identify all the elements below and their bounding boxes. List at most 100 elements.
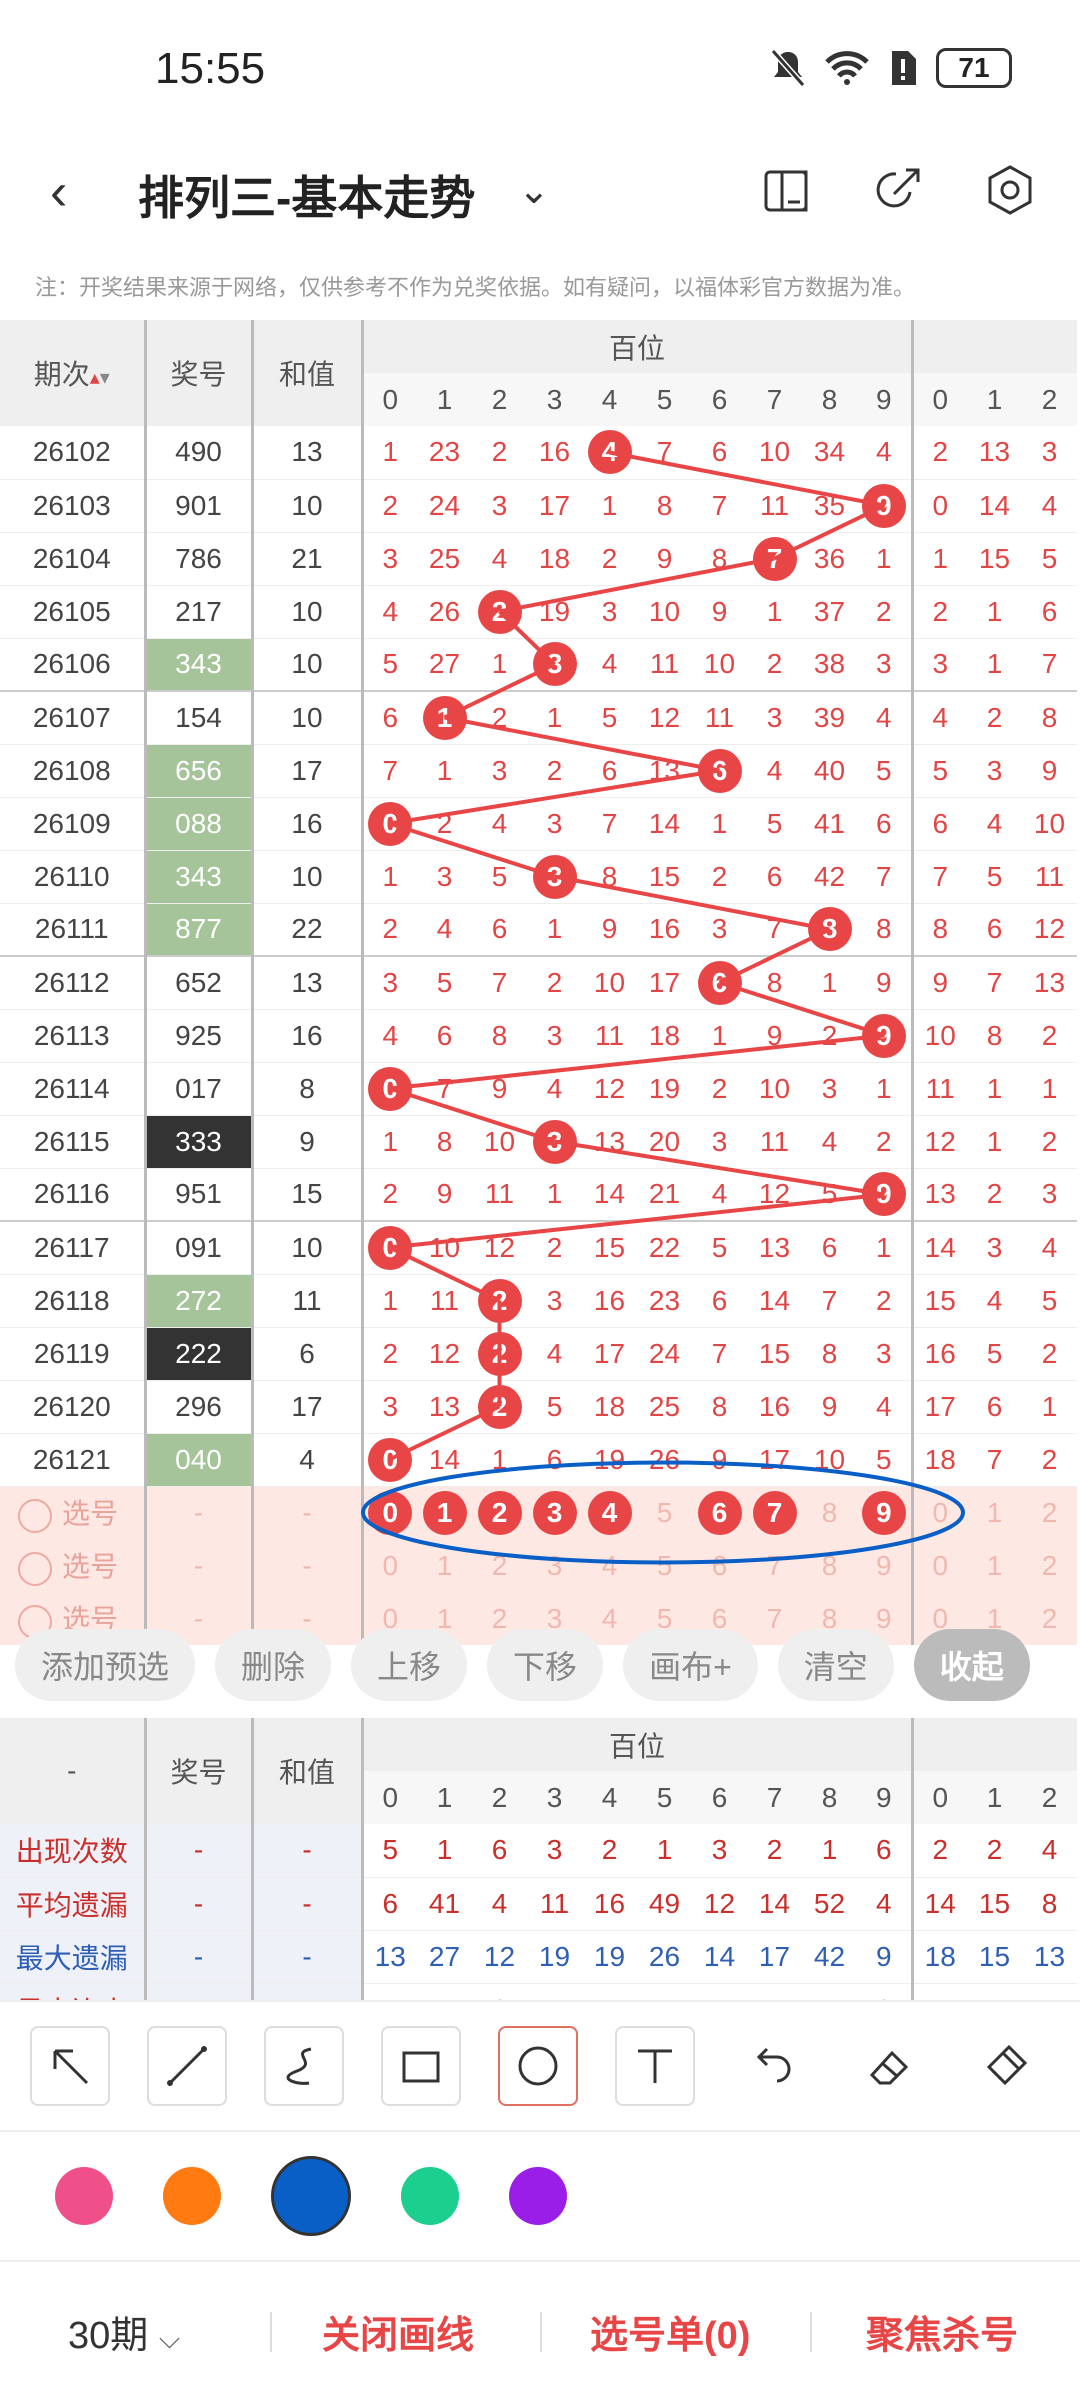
digit-cell: 19 [637, 1062, 692, 1116]
color-orange[interactable] [163, 2167, 221, 2225]
digit-cell: 5 [472, 850, 527, 904]
pick-digit[interactable]: 9 [857, 1539, 914, 1592]
digit-cell: 9 [692, 1433, 747, 1487]
digit-cell: 1 [967, 638, 1022, 692]
move-down-button[interactable]: 下移 [487, 1629, 604, 1701]
eraser-icon[interactable] [849, 2026, 929, 2106]
settings-icon[interactable] [982, 162, 1038, 218]
digit-cell: 2 [857, 585, 914, 639]
digit-cell: 8 [802, 1327, 857, 1381]
pick-digit[interactable]: 0 [912, 1539, 967, 1592]
pick-digit[interactable]: 6 [692, 1486, 747, 1539]
stats-value: 5 [362, 1824, 417, 1878]
color-purple[interactable] [509, 2167, 567, 2225]
arrow-tool-icon[interactable] [30, 2026, 110, 2106]
pick-digit[interactable]: 2 [472, 1539, 527, 1592]
pick-label-text: 选号 [62, 1498, 119, 1530]
digit-cell: 3 [1022, 1168, 1077, 1222]
period-selector[interactable]: 30期 ⌵ [68, 2304, 180, 2359]
back-icon[interactable]: ‹ [50, 162, 67, 222]
pick-digit[interactable]: 8 [802, 1486, 857, 1539]
sum-cell: 16 [252, 797, 364, 851]
color-blue[interactable] [271, 2156, 351, 2236]
digit-cell: 8 [582, 850, 637, 904]
digit-header: 1 [417, 373, 472, 426]
pick-digit[interactable]: 3 [527, 1486, 582, 1539]
collapse-button[interactable]: 收起 [913, 1629, 1030, 1701]
brush-clear-icon[interactable] [966, 2026, 1046, 2106]
page-title[interactable]: 排列三-基本走势 [138, 162, 475, 228]
pick-ball: 7 [752, 1490, 797, 1535]
delete-button[interactable]: 删除 [215, 1629, 332, 1701]
issue-header[interactable]: 期次▴▾ [0, 320, 147, 426]
pick-label[interactable]: 选号 [0, 1486, 147, 1539]
digit-cell: 3 [362, 532, 417, 586]
pick-digit[interactable]: 7 [747, 1539, 802, 1592]
table-row: 26116 951 15 2 9 11 1 14 21 4 12 5 9 13 2 3 [0, 1168, 1077, 1222]
pick-digit[interactable]: 0 [362, 1539, 417, 1592]
rectangle-tool-icon[interactable] [381, 2026, 461, 2106]
hit-ball: 7 [752, 536, 797, 581]
text-tool-icon[interactable] [615, 2026, 695, 2106]
digit-cell: 1 [967, 1062, 1022, 1116]
undo-icon[interactable] [732, 2026, 812, 2106]
stats-value: 4 [1022, 1824, 1077, 1878]
pick-number: - [145, 1539, 254, 1592]
pick-digit[interactable]: 1 [967, 1486, 1022, 1539]
digit-cell: 17 [912, 1380, 967, 1434]
close-draw-button[interactable]: 关闭画线 [322, 2304, 474, 2359]
pick-digit[interactable]: 2 [472, 1486, 527, 1539]
digit-header: 3 [527, 1771, 582, 1824]
canvas-plus-button[interactable]: 画布+ [623, 1629, 758, 1701]
digit-cell: 40 [802, 744, 857, 798]
pick-list-button[interactable]: 选号单(0) [590, 2304, 750, 2359]
screen-rotate-icon[interactable] [760, 162, 816, 218]
pick-digit[interactable]: 5 [637, 1539, 692, 1592]
pick-digit[interactable]: 9 [857, 1486, 914, 1539]
chevron-down-icon[interactable]: ⌄ [518, 168, 550, 213]
add-preselect-button[interactable]: 添加预选 [15, 1629, 196, 1701]
sum-cell: 10 [252, 479, 364, 533]
move-up-button[interactable]: 上移 [351, 1629, 468, 1701]
pick-digit[interactable]: 0 [362, 1486, 417, 1539]
pick-digit[interactable]: 3 [527, 1539, 582, 1592]
focus-kill-button[interactable]: 聚焦杀号 [866, 2304, 1018, 2359]
digit-header: 8 [802, 373, 857, 426]
stats-value: 1 [747, 1983, 802, 2000]
pick-label[interactable]: 选号 [0, 1539, 147, 1592]
number-cell: 272 [145, 1274, 254, 1328]
digit-cell: 1 [692, 797, 747, 851]
pick-digit[interactable]: 2 [1022, 1539, 1077, 1592]
circle-tool-icon[interactable] [498, 2026, 578, 2106]
sum-cell: 21 [252, 532, 364, 586]
pick-digit[interactable]: 1 [417, 1486, 472, 1539]
clear-button[interactable]: 清空 [777, 1629, 894, 1701]
digit-cell: 2 [857, 1115, 914, 1169]
hit-ball: 3 [532, 642, 577, 687]
digit-cell: 19 [527, 585, 582, 639]
issue-cell: 26104 [0, 532, 147, 586]
pick-digit[interactable]: 2 [1022, 1486, 1077, 1539]
issue-cell: 26111 [0, 903, 147, 957]
stats-label: 最大连出 [0, 1983, 147, 2000]
pick-digit[interactable]: 0 [912, 1486, 967, 1539]
pick-digit[interactable]: 1 [967, 1539, 1022, 1592]
pick-sum: - [252, 1486, 364, 1539]
color-pink[interactable] [55, 2167, 113, 2225]
pick-digit[interactable]: 4 [582, 1539, 637, 1592]
line-tool-icon[interactable] [147, 2026, 227, 2106]
curve-tool-icon[interactable] [264, 2026, 344, 2106]
share-icon[interactable] [870, 162, 926, 218]
digit-cell: 10 [472, 1115, 527, 1169]
pick-digit[interactable]: 6 [692, 1539, 747, 1592]
pick-digit[interactable]: 4 [582, 1486, 637, 1539]
sum-cell: 6 [252, 1327, 364, 1381]
pick-digit[interactable]: 1 [417, 1539, 472, 1592]
pick-digit[interactable]: 5 [637, 1486, 692, 1539]
color-green[interactable] [401, 2167, 459, 2225]
stats-value: 1 [527, 1983, 582, 2000]
pick-digit[interactable]: 7 [747, 1486, 802, 1539]
pick-digit[interactable]: 8 [802, 1539, 857, 1592]
digit-cell: 1 [362, 850, 417, 904]
number-cell: 217 [145, 585, 254, 639]
